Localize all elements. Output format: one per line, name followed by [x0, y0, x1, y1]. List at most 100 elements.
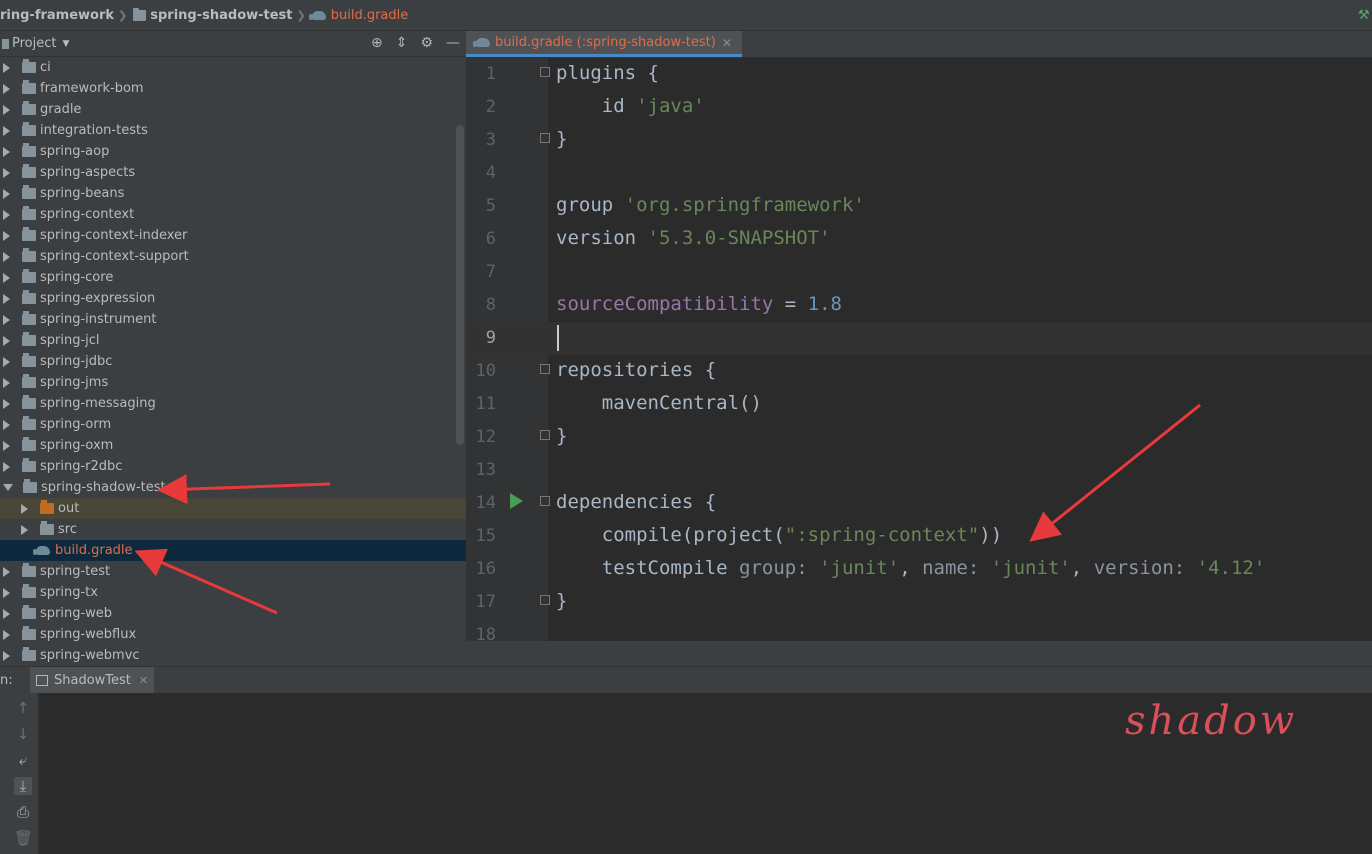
- tree-item-spring-instrument[interactable]: spring-instrument: [0, 309, 466, 330]
- breadcrumb-file[interactable]: build.gradle: [308, 8, 408, 23]
- chevron-right-icon[interactable]: [3, 461, 10, 472]
- close-icon[interactable]: ✕: [139, 674, 148, 687]
- chevron-right-icon[interactable]: [3, 293, 10, 304]
- run-gutter-icon[interactable]: [510, 493, 523, 509]
- tree-item-gradle[interactable]: gradle: [0, 99, 466, 120]
- tree-item-spring-r2dbc[interactable]: spring-r2dbc: [0, 456, 466, 477]
- tree-item-spring-beans[interactable]: spring-beans: [0, 183, 466, 204]
- fold-marker-icon[interactable]: [540, 595, 550, 605]
- tree-item-spring-context-support[interactable]: spring-context-support: [0, 246, 466, 267]
- tree-item-spring-jdbc[interactable]: spring-jdbc: [0, 351, 466, 372]
- chevron-right-icon[interactable]: [3, 377, 10, 388]
- locate-target-icon[interactable]: ⊕: [371, 35, 383, 51]
- tree-item-build-gradle[interactable]: build.gradle: [0, 540, 466, 561]
- chevron-right-icon[interactable]: [3, 419, 10, 430]
- chevron-right-icon[interactable]: [3, 608, 10, 619]
- tree-item-spring-aop[interactable]: spring-aop: [0, 141, 466, 162]
- tree-item-spring-context[interactable]: spring-context: [0, 204, 466, 225]
- chevron-right-icon[interactable]: [3, 83, 10, 94]
- tree-item-out[interactable]: out: [0, 498, 466, 519]
- arrow-up-icon[interactable]: ↑: [14, 699, 32, 717]
- chevron-right-icon[interactable]: [3, 629, 10, 640]
- chevron-right-icon[interactable]: [3, 272, 10, 283]
- chevron-right-icon[interactable]: [3, 188, 10, 199]
- breadcrumb-root[interactable]: ring-framework: [0, 8, 114, 23]
- tree-item-spring-shadow-test[interactable]: spring-shadow-test: [0, 477, 466, 498]
- tree-item-spring-context-indexer[interactable]: spring-context-indexer: [0, 225, 466, 246]
- gear-icon[interactable]: ⚙: [420, 35, 433, 51]
- chevron-right-icon[interactable]: [3, 440, 10, 451]
- line-number: 18: [475, 625, 496, 645]
- build-hammer-icon[interactable]: ⚒: [1358, 8, 1370, 23]
- tab-run-shadowtest[interactable]: ShadowTest ✕: [30, 667, 155, 693]
- chevron-right-icon[interactable]: [3, 398, 10, 409]
- fold-marker-icon[interactable]: [540, 496, 550, 506]
- chevron-right-icon[interactable]: [21, 524, 28, 535]
- tree-item-spring-orm[interactable]: spring-orm: [0, 414, 466, 435]
- tree-item-spring-tx[interactable]: spring-tx: [0, 582, 466, 603]
- tree-item-spring-webflux[interactable]: spring-webflux: [0, 624, 466, 645]
- project-view-selector[interactable]: Project: [12, 36, 56, 51]
- fold-marker-icon[interactable]: [540, 67, 550, 77]
- tree-item-spring-expression[interactable]: spring-expression: [0, 288, 466, 309]
- run-tab-label: ShadowTest: [54, 672, 131, 688]
- line-number: 12: [475, 427, 496, 447]
- fold-marker-icon[interactable]: [540, 133, 550, 143]
- arrow-down-icon[interactable]: ↓: [14, 725, 32, 743]
- tree-item-spring-messaging[interactable]: spring-messaging: [0, 393, 466, 414]
- tree-item-spring-oxm[interactable]: spring-oxm: [0, 435, 466, 456]
- tree-item-label: build.gradle: [55, 543, 133, 558]
- minimize-icon[interactable]: —: [446, 35, 460, 51]
- trash-icon[interactable]: 🗑: [14, 829, 33, 847]
- code-line-10: repositories {: [556, 359, 717, 381]
- chevron-right-icon[interactable]: [3, 230, 10, 241]
- chevron-right-icon[interactable]: [3, 125, 10, 136]
- chevron-right-icon[interactable]: [3, 566, 10, 577]
- line-number: 11: [475, 394, 496, 414]
- chevron-down-icon[interactable]: ▼: [62, 39, 69, 49]
- project-tool-window: Project ▼ ⊕ ⇕ ⚙ — ci framework-bom gradle i…: [0, 31, 466, 666]
- chevron-right-icon[interactable]: [3, 587, 10, 598]
- tree-item-framework-bom[interactable]: framework-bom: [0, 78, 466, 99]
- chevron-right-icon[interactable]: [3, 314, 10, 325]
- chevron-right-icon[interactable]: [3, 650, 10, 661]
- folder-icon: [40, 521, 54, 535]
- tree-item-label: ci: [40, 60, 51, 75]
- tree-item-src[interactable]: src: [0, 519, 466, 540]
- tree-item-spring-jcl[interactable]: spring-jcl: [0, 330, 466, 351]
- tree-item-spring-jms[interactable]: spring-jms: [0, 372, 466, 393]
- chevron-right-icon[interactable]: [3, 251, 10, 262]
- scroll-to-end-icon[interactable]: ⤓: [14, 777, 32, 795]
- chevron-right-icon[interactable]: [3, 104, 10, 115]
- chevron-right-icon[interactable]: [3, 356, 10, 367]
- chevron-right-icon[interactable]: [3, 146, 10, 157]
- tree-item-spring-webmvc[interactable]: spring-webmvc: [0, 645, 466, 666]
- breadcrumb-module[interactable]: spring-shadow-test: [133, 7, 293, 23]
- chevron-right-icon[interactable]: [3, 335, 10, 346]
- chevron-down-icon[interactable]: [3, 484, 13, 491]
- chevron-right-icon[interactable]: [21, 503, 28, 514]
- fold-marker-icon[interactable]: [540, 364, 550, 374]
- folder-icon: [40, 500, 54, 514]
- chevron-right-icon[interactable]: [3, 62, 10, 73]
- tree-item-spring-web[interactable]: spring-web: [0, 603, 466, 624]
- tree-item-ci[interactable]: ci: [0, 57, 466, 78]
- soft-wrap-icon[interactable]: ⤶: [14, 751, 32, 769]
- folder-icon: [22, 143, 36, 157]
- breadcrumb-separator-icon: ❯: [296, 8, 306, 22]
- print-icon[interactable]: ⎙: [14, 803, 32, 821]
- tree-item-spring-aspects[interactable]: spring-aspects: [0, 162, 466, 183]
- tree-item-spring-test[interactable]: spring-test: [0, 561, 466, 582]
- tree-item-label: spring-beans: [40, 186, 125, 201]
- scrollbar-thumb[interactable]: [456, 125, 464, 445]
- tree-item-spring-core[interactable]: spring-core: [0, 267, 466, 288]
- run-toolbar: ↑ ↓ ⤶ ⤓ ⎙ 🗑: [0, 693, 39, 854]
- tree-item-integration-tests[interactable]: integration-tests: [0, 120, 466, 141]
- folder-icon: [22, 332, 36, 346]
- fold-marker-icon[interactable]: [540, 430, 550, 440]
- chevron-right-icon[interactable]: [3, 167, 10, 178]
- chevron-right-icon[interactable]: [3, 209, 10, 220]
- tab-build-gradle[interactable]: build.gradle (:spring-shadow-test) ✕: [466, 31, 742, 57]
- close-icon[interactable]: ✕: [722, 36, 732, 50]
- collapse-all-icon[interactable]: ⇕: [396, 35, 408, 51]
